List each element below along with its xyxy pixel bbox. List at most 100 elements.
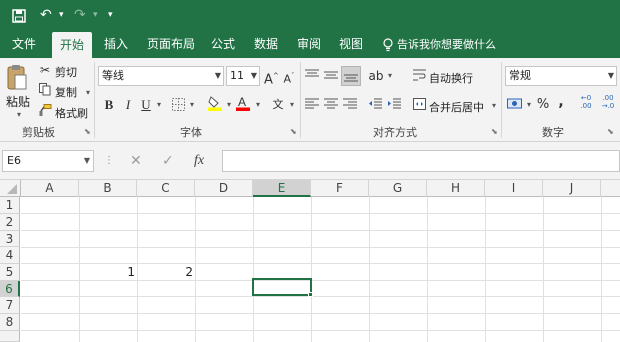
- merge-center-button[interactable]: 合并后居中: [429, 99, 484, 115]
- row-header-3[interactable]: 3: [0, 231, 20, 247]
- font-name-select[interactable]: 等线 ▼: [98, 66, 224, 86]
- decrease-decimal-icon[interactable]: .00 →.0: [600, 94, 616, 112]
- column-header-i[interactable]: I: [485, 180, 543, 197]
- save-icon[interactable]: [12, 0, 26, 31]
- number-format-select[interactable]: 常规 ▼: [505, 66, 617, 86]
- column-header-a[interactable]: A: [21, 180, 79, 197]
- tab-file[interactable]: 文件: [12, 31, 36, 58]
- increase-decimal-icon[interactable]: ←0.00: [578, 94, 594, 112]
- cancel-icon[interactable]: ✕: [130, 150, 142, 172]
- insert-function-icon[interactable]: fx: [194, 150, 204, 172]
- increase-indent-icon[interactable]: [387, 98, 401, 113]
- tab-review[interactable]: 审阅: [297, 31, 321, 58]
- column-header-d[interactable]: D: [195, 180, 253, 197]
- tab-view[interactable]: 视图: [339, 31, 363, 58]
- phonetic-dropdown-icon[interactable]: ▾: [288, 96, 296, 114]
- undo-icon[interactable]: ↶: [40, 0, 52, 31]
- name-box[interactable]: E6 ▼: [2, 150, 94, 172]
- column-header-k[interactable]: [601, 180, 620, 197]
- format-painter-button[interactable]: 格式刷: [55, 105, 88, 121]
- phonetic-icon[interactable]: 文: [270, 96, 286, 114]
- tab-insert[interactable]: 插入: [104, 31, 128, 58]
- wrap-text-button[interactable]: 自动换行: [429, 70, 473, 86]
- shrink-font-icon[interactable]: Aˇ: [282, 67, 296, 86]
- fill-color-dropdown-icon[interactable]: ▾: [225, 96, 233, 114]
- column-header-h[interactable]: H: [427, 180, 485, 197]
- percent-button[interactable]: %: [536, 96, 550, 114]
- row-header-7[interactable]: 7: [0, 297, 20, 314]
- align-center-icon[interactable]: [324, 98, 338, 113]
- grid-line: [21, 230, 620, 231]
- comma-button[interactable]: ,: [556, 93, 566, 111]
- tab-page-layout[interactable]: 页面布局: [147, 31, 195, 58]
- font-color-dropdown-icon[interactable]: ▾: [254, 96, 262, 114]
- format-painter-icon[interactable]: [39, 104, 52, 120]
- enter-icon[interactable]: ✓: [162, 150, 174, 172]
- clipboard-launcher-icon[interactable]: ⬊: [84, 127, 91, 136]
- fill-color-icon[interactable]: [208, 95, 222, 114]
- underline-button[interactable]: U: [139, 96, 153, 114]
- cut-button[interactable]: 剪切: [55, 64, 77, 80]
- row-header-1[interactable]: 1: [0, 197, 20, 214]
- tab-home[interactable]: 开始: [52, 32, 93, 59]
- column-header-g[interactable]: G: [369, 180, 427, 197]
- tab-data[interactable]: 数据: [254, 31, 278, 58]
- select-all-button[interactable]: [0, 180, 21, 197]
- merge-center-icon[interactable]: [413, 98, 426, 113]
- tab-formulas[interactable]: 公式: [211, 31, 235, 58]
- undo-dropdown-icon[interactable]: ▾: [59, 0, 64, 31]
- redo-icon[interactable]: ↷: [74, 0, 86, 31]
- tell-me-search[interactable]: 告诉我你想要做什么: [397, 31, 496, 58]
- column-header-c[interactable]: C: [137, 180, 195, 197]
- font-color-icon[interactable]: A: [236, 95, 250, 114]
- font-launcher-icon[interactable]: ⬊: [290, 127, 297, 136]
- copy-icon[interactable]: [39, 83, 51, 99]
- copy-dropdown-icon[interactable]: ▾: [84, 84, 92, 102]
- number-launcher-icon[interactable]: ⬊: [607, 127, 614, 136]
- row-header-5[interactable]: 5: [0, 264, 20, 281]
- font-size-select[interactable]: 11 ▼: [226, 66, 260, 86]
- cell-b5[interactable]: 1: [79, 264, 135, 280]
- orientation-dropdown-icon[interactable]: ▾: [386, 67, 394, 85]
- formula-input[interactable]: [222, 150, 620, 172]
- currency-dropdown-icon[interactable]: ▾: [525, 96, 533, 114]
- column-header-j[interactable]: J: [543, 180, 601, 197]
- merge-dropdown-icon[interactable]: ▾: [490, 97, 498, 115]
- alignment-launcher-icon[interactable]: ⬊: [491, 127, 498, 136]
- align-bottom-icon[interactable]: [341, 66, 361, 86]
- row-header-8[interactable]: 8: [0, 314, 20, 331]
- wrap-text-icon[interactable]: [413, 69, 426, 84]
- copy-button[interactable]: 复制: [55, 84, 77, 100]
- scissors-icon[interactable]: ✂: [38, 61, 52, 79]
- customize-icon[interactable]: ▾: [108, 0, 113, 31]
- alignment-group-label: 对齐方式: [373, 126, 417, 139]
- borders-icon[interactable]: [172, 98, 185, 114]
- column-header-f[interactable]: F: [311, 180, 369, 197]
- column-header-e[interactable]: E: [253, 180, 311, 197]
- decrease-indent-icon[interactable]: [368, 98, 382, 113]
- cell-c5[interactable]: 2: [137, 264, 193, 280]
- align-left-icon[interactable]: [305, 98, 319, 113]
- drag-handle-icon[interactable]: ⋮: [104, 152, 114, 170]
- row-header-6[interactable]: 6: [0, 281, 20, 297]
- bold-button[interactable]: B: [102, 96, 116, 114]
- active-cell-e6[interactable]: [252, 278, 312, 296]
- italic-button[interactable]: I: [121, 96, 135, 114]
- redo-dropdown-icon[interactable]: ▾: [93, 0, 98, 31]
- orientation-icon[interactable]: ab: [368, 67, 384, 85]
- fill-handle[interactable]: [308, 292, 313, 297]
- align-right-icon[interactable]: [343, 98, 357, 113]
- paste-dropdown-icon[interactable]: ▾: [15, 106, 23, 124]
- column-header-b[interactable]: B: [79, 180, 137, 197]
- grid-line: [485, 197, 486, 342]
- currency-icon[interactable]: [507, 97, 523, 114]
- row-header-2[interactable]: 2: [0, 214, 20, 231]
- grow-font-icon[interactable]: A^: [264, 67, 279, 87]
- align-middle-icon[interactable]: [324, 69, 338, 84]
- borders-dropdown-icon[interactable]: ▾: [188, 96, 196, 114]
- row-header-4[interactable]: 4: [0, 247, 20, 264]
- row-header-9[interactable]: [0, 331, 20, 342]
- underline-dropdown-icon[interactable]: ▾: [155, 96, 163, 114]
- align-top-icon[interactable]: [305, 69, 319, 84]
- paste-icon[interactable]: [6, 64, 28, 95]
